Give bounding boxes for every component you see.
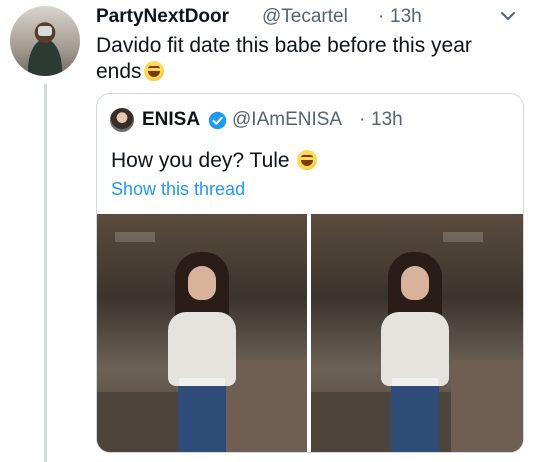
quoted-text: How you dey? Tule: [111, 149, 318, 173]
quoted-text-body: How you dey? Tule: [111, 149, 290, 172]
quoted-separator-dot: ·: [359, 109, 366, 130]
white-top: [168, 312, 236, 386]
quoted-author-handle[interactable]: @IAmENISA: [232, 109, 342, 131]
belt: [179, 378, 225, 386]
belt: [392, 378, 438, 386]
quoted-author-name[interactable]: ENISA: [142, 109, 200, 131]
woman-figure: [367, 242, 463, 452]
verified-badge-icon: [208, 111, 227, 130]
quoted-photo-right[interactable]: [311, 214, 523, 452]
grinning-sweat-emoji-icon: [297, 150, 318, 170]
tweet-timestamp[interactable]: 13h: [390, 6, 422, 28]
author-name[interactable]: PartyNextDoor: [96, 6, 229, 28]
author-handle[interactable]: @Tecartel: [262, 6, 348, 28]
tweet-text: Davido fit date this babe before this ye…: [96, 33, 516, 85]
white-top: [381, 312, 449, 386]
face: [188, 266, 216, 300]
quoted-photo-left[interactable]: [97, 214, 307, 452]
jeans: [178, 386, 226, 452]
ceiling-light: [443, 232, 483, 242]
separator-dot: ·: [378, 6, 385, 27]
grinning-sweat-emoji-icon: [143, 61, 164, 81]
chevron-down-icon[interactable]: [500, 10, 516, 22]
quoted-timestamp[interactable]: 13h: [371, 109, 403, 131]
face: [401, 266, 429, 300]
show-thread-link[interactable]: Show this thread: [111, 179, 245, 200]
quoted-tweet[interactable]: ENISA @IAmENISA · 13h How you dey? Tule …: [96, 93, 524, 453]
ceiling-light: [115, 232, 155, 242]
thread-line: [44, 84, 47, 462]
author-avatar[interactable]: [10, 6, 80, 76]
quoted-author-avatar[interactable]: [110, 108, 134, 132]
jeans: [391, 386, 439, 452]
woman-figure: [154, 242, 250, 452]
